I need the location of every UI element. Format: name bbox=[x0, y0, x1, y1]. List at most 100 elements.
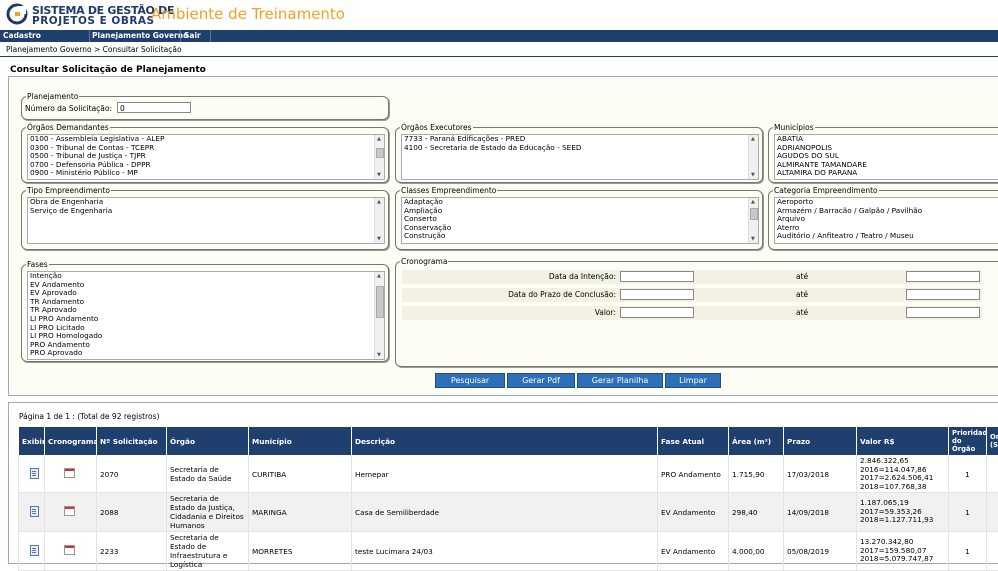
list-option[interactable]: Conservação bbox=[402, 224, 758, 233]
list-option[interactable]: EV Andamento bbox=[28, 281, 384, 290]
municipios-listbox[interactable]: ABATIA ADRIANOPOLIS AGUDOS DO SUL ALMIRA… bbox=[774, 134, 998, 180]
cell-orgao: Secretaria de Estado da Justiça, Cidadan… bbox=[167, 493, 249, 532]
list-option[interactable]: 0900 - Ministério Público - MP bbox=[28, 169, 384, 178]
scroll-up-icon[interactable]: ▲ bbox=[377, 136, 381, 142]
scroll-thumb[interactable] bbox=[376, 286, 384, 318]
scroll-up-icon[interactable]: ▲ bbox=[377, 199, 381, 205]
fieldset-categoria-empreendimento: Categoria Empreendimento Aeroporto Armaz… bbox=[768, 190, 998, 250]
ate-label: até bbox=[796, 308, 808, 317]
numero-solicitacao-label: Número da Solicitação: bbox=[25, 104, 112, 113]
numero-solicitacao-input[interactable]: 0 bbox=[117, 102, 191, 113]
list-option[interactable]: Armazém / Barracão / Galpão / Pavilhão bbox=[775, 207, 998, 216]
limpar-button[interactable]: Limpar bbox=[665, 373, 721, 388]
list-option[interactable]: Auditório / Anfiteatro / Teatro / Museu bbox=[775, 232, 998, 241]
classes-empreendimento-listbox[interactable]: Adaptação Ampliação Conserto Conservação… bbox=[401, 197, 759, 244]
categoria-empreendimento-listbox[interactable]: Aeroporto Armazém / Barracão / Galpão / … bbox=[774, 197, 998, 244]
scroll-down-icon[interactable]: ▼ bbox=[377, 352, 381, 358]
orgaos-executores-listbox[interactable]: 7733 - Paraná Edificações - PRED 4100 - … bbox=[401, 134, 759, 180]
col-header-orgao[interactable]: Órgão bbox=[167, 427, 249, 456]
menu-item-sair[interactable]: Sair bbox=[184, 31, 201, 40]
cell-municipio: CURITIBA bbox=[249, 456, 352, 493]
cell-prioridade: 1 bbox=[949, 493, 987, 532]
table-row[interactable]: 2088 Secretaria de Estado da Justiça, Ci… bbox=[19, 493, 998, 532]
scroll-thumb[interactable] bbox=[376, 148, 384, 158]
list-option[interactable]: Adaptação bbox=[402, 198, 758, 207]
valor-label: Valor: bbox=[402, 308, 616, 317]
calendar-icon[interactable] bbox=[64, 468, 75, 478]
view-document-icon[interactable] bbox=[30, 468, 39, 479]
menu-item-planejamento-governo[interactable]: Planejamento Governo bbox=[92, 31, 188, 40]
tipo-empreendimento-listbox[interactable]: Obra de Engenharia Serviço de Engenharia… bbox=[27, 197, 385, 244]
scroll-down-icon[interactable]: ▼ bbox=[751, 172, 755, 178]
cell-municipio: MORRETES bbox=[249, 532, 352, 571]
scrollbar[interactable]: ▲▼ bbox=[374, 198, 384, 243]
col-header-descricao[interactable]: Descrição bbox=[352, 427, 658, 456]
col-header-prazo[interactable]: Prazo bbox=[784, 427, 857, 456]
list-option[interactable]: ALTAMIRA DO PARANA bbox=[775, 169, 998, 178]
fieldset-legend: Municípios bbox=[773, 123, 815, 132]
fieldset-legend: Categoria Empreendimento bbox=[773, 186, 879, 195]
col-header-fase-atual[interactable]: Fase Atual bbox=[658, 427, 729, 456]
col-header-numero[interactable]: Nº Solicitação bbox=[97, 427, 167, 456]
pesquisar-button[interactable]: Pesquisar bbox=[435, 373, 505, 388]
table-row[interactable]: 2070 Secretaria de Estado da Saúde CURIT… bbox=[19, 456, 998, 493]
main-menu: Cadastro Planejamento Governo Sair bbox=[0, 30, 998, 42]
scrollbar[interactable]: ▲▼ bbox=[374, 135, 384, 179]
scroll-up-icon[interactable]: ▲ bbox=[751, 136, 755, 142]
cell-descricao: Hemepar bbox=[352, 456, 658, 493]
cronograma-row-prazo-conclusao: Data do Prazo de Conclusão: até bbox=[402, 288, 982, 302]
list-option[interactable]: Conserto bbox=[402, 215, 758, 224]
calendar-icon[interactable] bbox=[64, 545, 75, 555]
col-header-municipio[interactable]: Município bbox=[249, 427, 352, 456]
results-table: Exibir Cronograma Nº Solicitação Órgão M… bbox=[18, 426, 998, 571]
fases-listbox[interactable]: Intenção EV Andamento EV Aprovado TR And… bbox=[27, 271, 385, 360]
col-header-prioridade[interactable]: Prioridade do Órgão bbox=[949, 427, 987, 456]
fieldset-legend: Órgãos Executores bbox=[400, 123, 473, 132]
scroll-down-icon[interactable]: ▼ bbox=[377, 236, 381, 242]
scrollbar[interactable]: ▲▼ bbox=[748, 198, 758, 243]
cell-area: 1.715,90 bbox=[729, 456, 784, 493]
gerar-planilha-button[interactable]: Gerar Planilha bbox=[577, 373, 663, 388]
orgaos-demandantes-listbox[interactable]: 0100 - Assembleia Legislativa - ALEP 030… bbox=[27, 134, 385, 180]
scroll-down-icon[interactable]: ▼ bbox=[751, 236, 755, 242]
scroll-thumb[interactable] bbox=[750, 208, 758, 220]
col-header-ordem[interactable]: Or (SE bbox=[987, 427, 998, 456]
cell-fase: PRO Andamento bbox=[658, 456, 729, 493]
valor-end-input[interactable] bbox=[906, 307, 980, 318]
data-intencao-start-input[interactable] bbox=[620, 271, 694, 282]
view-document-icon[interactable] bbox=[30, 545, 39, 556]
calendar-icon[interactable] bbox=[64, 506, 75, 516]
scroll-up-icon[interactable]: ▲ bbox=[751, 199, 755, 205]
prazo-conclusao-start-input[interactable] bbox=[620, 289, 694, 300]
scroll-down-icon[interactable]: ▼ bbox=[377, 172, 381, 178]
list-option[interactable]: Ampliação bbox=[402, 207, 758, 216]
scroll-up-icon[interactable]: ▲ bbox=[377, 273, 381, 279]
scrollbar[interactable]: ▲▼ bbox=[374, 272, 384, 359]
col-header-valor[interactable]: Valor R$ bbox=[857, 427, 949, 456]
data-intencao-end-input[interactable] bbox=[906, 271, 980, 282]
cell-area: 4.000,00 bbox=[729, 532, 784, 571]
col-header-exibir[interactable]: Exibir bbox=[19, 427, 45, 456]
list-option[interactable]: Arquivo bbox=[775, 215, 998, 224]
col-header-area[interactable]: Área (m²) bbox=[729, 427, 784, 456]
col-header-cronograma[interactable]: Cronograma bbox=[45, 427, 97, 456]
list-option[interactable]: PRO Aprovado bbox=[28, 349, 384, 358]
gerar-pdf-button[interactable]: Gerar Pdf bbox=[507, 373, 575, 388]
cell-orgao: Secretaria de Estado da Saúde bbox=[167, 456, 249, 493]
view-document-icon[interactable] bbox=[30, 506, 39, 517]
fieldset-municipios: Municípios ABATIA ADRIANOPOLIS AGUDOS DO… bbox=[768, 127, 998, 183]
fieldset-fases: Fases Intenção EV Andamento EV Aprovado … bbox=[21, 264, 389, 362]
prazo-conclusao-end-input[interactable] bbox=[906, 289, 980, 300]
scrollbar[interactable]: ▲▼ bbox=[748, 135, 758, 179]
menu-item-cadastro[interactable]: Cadastro bbox=[3, 31, 41, 40]
valor-start-input[interactable] bbox=[620, 307, 694, 318]
list-option[interactable]: Serviço de Engenharia bbox=[28, 207, 384, 216]
prazo-conclusao-label: Data do Prazo de Conclusão: bbox=[402, 290, 616, 299]
list-option[interactable]: 4100 - Secretaria de Estado da Educação … bbox=[402, 144, 758, 153]
logo-text-line2: PROJETOS E OBRAS bbox=[32, 15, 155, 27]
list-option[interactable]: Construção bbox=[402, 232, 758, 241]
table-row[interactable]: 2233 Secretaria de Estado de Infraestrut… bbox=[19, 532, 998, 571]
list-option[interactable]: TR Andamento bbox=[28, 298, 384, 307]
fieldset-legend: Classes Empreendimento bbox=[400, 186, 497, 195]
breadcrumb: Planejamento Governo > Consultar Solicit… bbox=[6, 45, 182, 54]
